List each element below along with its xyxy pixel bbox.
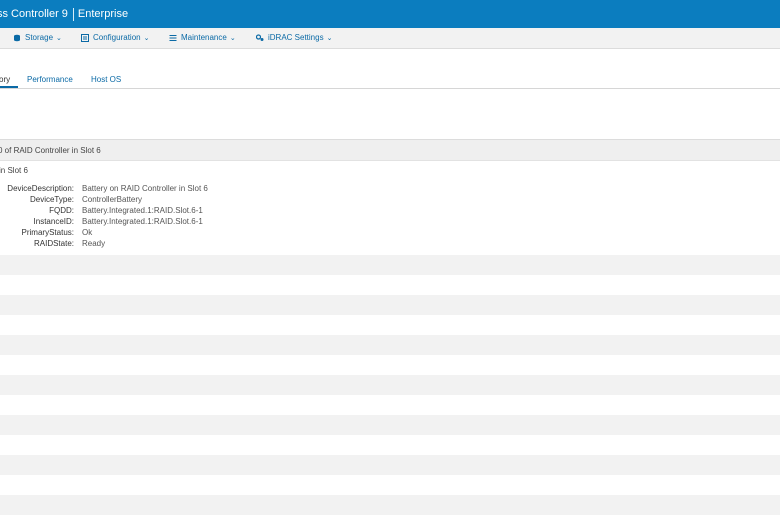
property-key: DeviceType: — [29, 195, 74, 204]
product-edition: Enterprise — [77, 8, 129, 20]
menu-maintenance-label: Maintenance — [181, 33, 227, 42]
empty-table-row — [0, 295, 780, 315]
main-menu-bar: Storage ⌄ Configuration ⌄ Maintenance ⌄ … — [0, 28, 780, 49]
storage-icon — [14, 34, 20, 41]
title-separator — [72, 7, 74, 21]
chevron-down-icon: ⌄ — [143, 34, 150, 42]
property-row: InstanceID: Battery.Integrated.1:RAID.Sl… — [0, 217, 300, 228]
chevron-down-icon: ⌄ — [229, 34, 236, 42]
tab-host-os[interactable]: Host OS — [91, 75, 121, 84]
property-row: DeviceType: ControllerBattery — [0, 195, 300, 206]
property-value: Battery on RAID Controller in Slot 6 — [82, 184, 208, 193]
property-value: Ok — [82, 228, 93, 237]
empty-table-row — [0, 255, 780, 275]
menu-storage-label: Storage — [25, 33, 54, 42]
battery-group-header[interactable]: 0 of RAID Controller in Slot 6 — [0, 139, 780, 161]
property-row: RAIDState: Ready — [0, 239, 300, 250]
property-key: PrimaryStatus: — [21, 228, 74, 237]
active-tab-indicator — [0, 86, 18, 88]
property-key: FQDD: — [49, 206, 74, 215]
menu-configuration-label: Configuration — [93, 33, 141, 42]
empty-table-row — [0, 335, 780, 355]
idrac-settings-icon — [256, 33, 264, 41]
menu-configuration[interactable]: Configuration ⌄ — [81, 33, 149, 42]
empty-table-row — [0, 375, 780, 395]
battery-subheader: in Slot 6 — [0, 164, 780, 176]
tab-performance[interactable]: Performance — [27, 75, 73, 84]
empty-table-row — [0, 455, 780, 475]
property-value: ControllerBattery — [82, 195, 143, 204]
menu-maintenance[interactable]: Maintenance ⌄ — [169, 33, 236, 42]
property-key: RAIDState: — [33, 239, 74, 248]
tab-bar: ory Performance Host OS — [0, 70, 780, 89]
chevron-down-icon: ⌄ — [326, 34, 333, 42]
product-title: ss Controller 9 — [0, 8, 68, 20]
empty-table-row — [0, 415, 780, 435]
property-key: InstanceID: — [33, 217, 74, 226]
chevron-down-icon: ⌄ — [56, 34, 62, 42]
menu-storage[interactable]: Storage ⌄ — [13, 33, 62, 42]
tab-inventory[interactable]: ory — [0, 75, 10, 84]
property-row: FQDD: Battery.Integrated.1:RAID.Slot.6-1 — [0, 206, 300, 217]
property-row: DeviceDescription: Battery on RAID Contr… — [0, 184, 300, 195]
menu-idrac-settings[interactable]: iDRAC Settings ⌄ — [256, 33, 332, 42]
maintenance-icon — [169, 34, 177, 41]
empty-table-row — [0, 495, 780, 515]
battery-properties: DeviceDescription: Battery on RAID Contr… — [0, 184, 300, 250]
property-row: PrimaryStatus: Ok — [0, 228, 300, 239]
property-value: Battery.Integrated.1:RAID.Slot.6-1 — [82, 217, 203, 226]
top-banner: ss Controller 9 Enterprise — [0, 0, 780, 28]
property-key: DeviceDescription: — [7, 184, 74, 193]
property-value: Battery.Integrated.1:RAID.Slot.6-1 — [82, 206, 203, 215]
configuration-icon — [81, 33, 89, 42]
property-value: Ready — [82, 239, 106, 248]
battery-group-title: 0 of RAID Controller in Slot 6 — [0, 146, 101, 155]
battery-subheader-title: in Slot 6 — [0, 166, 28, 175]
menu-idrac-settings-label: iDRAC Settings — [268, 33, 324, 42]
